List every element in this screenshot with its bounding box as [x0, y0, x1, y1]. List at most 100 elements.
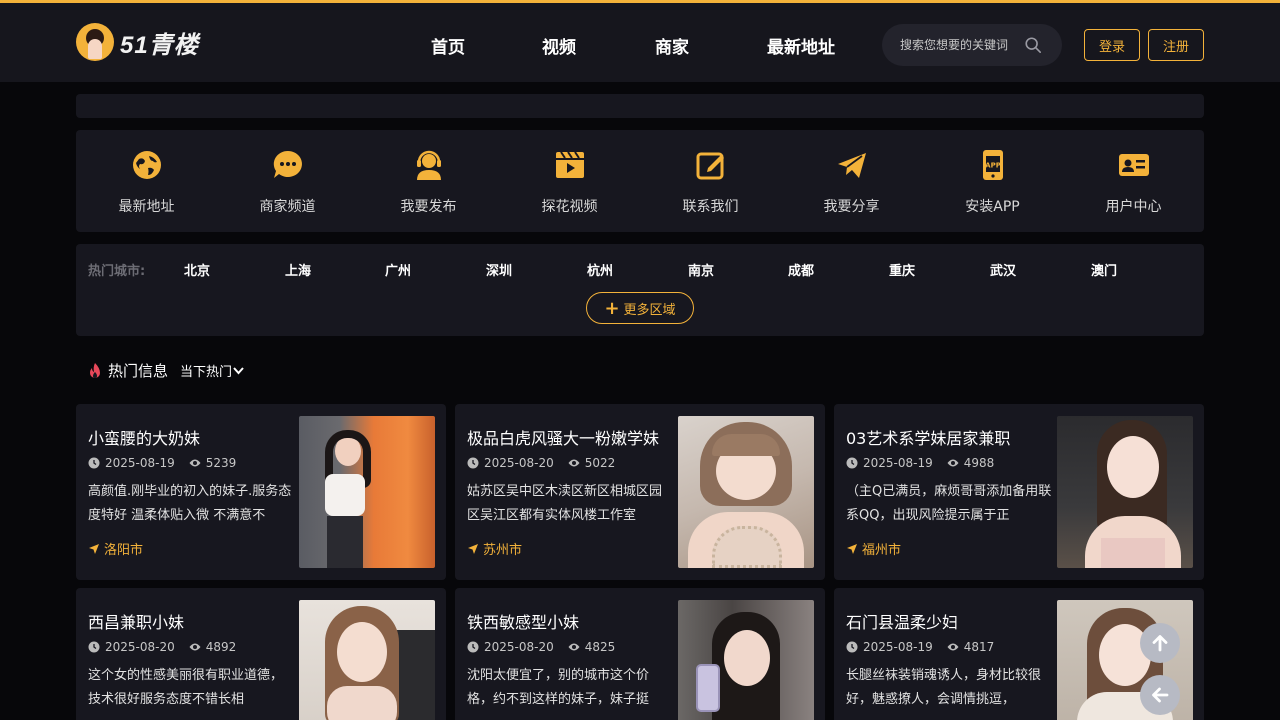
quick-link-install-app[interactable]: APP 安装APP — [922, 148, 1063, 216]
headset-icon — [416, 150, 441, 180]
post-description: 长腿丝袜装销魂诱人，身材比较很好，魅惑撩人，会调情挑逗， — [846, 668, 1042, 707]
hot-cities-label: 热门城市: — [88, 264, 146, 279]
post-title[interactable]: 03艺术系学妹居家兼职 — [846, 425, 1046, 449]
post-meta: 2025-08-19 4988 — [846, 456, 994, 470]
chat-icon — [273, 150, 302, 178]
post-card[interactable]: 西昌兼职小妹 2025-08-20 4892 这个女的性感美丽很有职业道德，技术… — [76, 588, 446, 720]
site-logo[interactable]: 51青楼 — [76, 23, 199, 61]
scroll-top-button[interactable] — [1140, 623, 1180, 663]
post-card[interactable]: 铁西敏感型小妹 2025-08-20 4825 沈阳太便宜了，别的城市这个价格，… — [455, 588, 825, 720]
city-link[interactable]: 上海 — [285, 260, 311, 279]
post-title[interactable]: 铁西敏感型小妹 — [467, 609, 667, 633]
post-photo[interactable] — [299, 416, 435, 568]
post-meta: 2025-08-20 4825 — [467, 640, 615, 654]
clock-icon — [467, 641, 479, 653]
city-link[interactable]: 北京 — [184, 260, 210, 279]
quick-link-share[interactable]: 我要分享 — [781, 148, 922, 216]
post-photo[interactable] — [1057, 416, 1193, 568]
nav-videos[interactable]: 视频 — [542, 33, 576, 58]
location-arrow-icon — [89, 543, 99, 554]
city-link[interactable]: 广州 — [385, 260, 411, 279]
quick-link-contact[interactable]: 联系我们 — [640, 148, 781, 216]
quick-link-label: 安装APP — [965, 199, 1020, 215]
hot-info-header: 热门信息 当下热门 — [88, 360, 245, 381]
post-photo[interactable] — [678, 600, 814, 720]
quick-link-label: 联系我们 — [682, 199, 739, 215]
search-icon[interactable] — [1024, 36, 1042, 54]
post-description: 这个女的性感美丽很有职业道德，技术很好服务态度不错长相 — [88, 668, 284, 707]
city-link[interactable]: 成都 — [788, 260, 814, 279]
city-link[interactable]: 杭州 — [587, 260, 613, 279]
quick-link-merchant-channel[interactable]: 商家频道 — [217, 148, 358, 216]
more-regions-label: 更多区域 — [623, 302, 676, 318]
post-card[interactable]: 03艺术系学妹居家兼职 2025-08-19 4988 （主Q已满员，麻烦哥哥添… — [834, 404, 1204, 580]
nav-home[interactable]: 首页 — [431, 33, 465, 58]
post-photo[interactable] — [299, 600, 435, 720]
post-location[interactable]: 洛阳市 — [88, 539, 143, 558]
eye-icon — [947, 459, 959, 467]
search-input[interactable] — [900, 38, 1018, 52]
quick-link-label: 我要发布 — [400, 199, 457, 215]
sort-dropdown[interactable]: 当下热门 — [180, 361, 245, 380]
quick-link-latest-address[interactable]: 最新地址 — [76, 148, 217, 216]
clock-icon — [88, 457, 100, 469]
post-date: 2025-08-19 — [863, 640, 933, 654]
globe-icon — [132, 151, 161, 179]
fire-icon — [90, 362, 100, 378]
city-link[interactable]: 澳门 — [1091, 260, 1117, 279]
quick-link-label: 用户中心 — [1105, 199, 1162, 215]
quick-link-user-center[interactable]: 用户中心 — [1063, 148, 1204, 216]
search-box — [882, 24, 1062, 66]
quick-link-publish[interactable]: 我要发布 — [358, 148, 499, 216]
quick-link-label: 探花视频 — [541, 199, 598, 215]
chevron-down-icon — [233, 366, 244, 374]
post-description: 姑苏区吴中区木渎区新区相城区园区吴江区都有实体风楼工作室 — [467, 484, 663, 523]
post-date: 2025-08-20 — [484, 456, 554, 470]
post-title[interactable]: 石门县温柔少妇 — [846, 609, 1046, 633]
post-card[interactable]: 极品白虎风骚大一粉嫩学妹 2025-08-20 5022 姑苏区吴中区木渎区新区… — [455, 404, 825, 580]
arrow-up-icon — [1152, 635, 1168, 652]
plus-icon: + — [604, 297, 620, 319]
clock-icon — [846, 641, 858, 653]
id-card-icon — [1118, 154, 1149, 176]
post-photo[interactable] — [678, 416, 814, 568]
post-location[interactable]: 苏州市 — [467, 539, 522, 558]
post-title[interactable]: 极品白虎风骚大一粉嫩学妹 — [467, 425, 667, 449]
post-title[interactable]: 小蛮腰的大奶妹 — [88, 425, 288, 449]
quick-link-label: 最新地址 — [118, 199, 175, 215]
back-button[interactable] — [1140, 675, 1180, 715]
city-link[interactable]: 重庆 — [889, 260, 915, 279]
post-description: （主Q已满员，麻烦哥哥添加备用联系QQ，出现风险提示属于正 — [846, 484, 1052, 523]
eye-icon — [189, 643, 201, 651]
clock-icon — [846, 457, 858, 469]
brand-name: 51青楼 — [120, 31, 199, 59]
more-regions-button[interactable]: + 更多区域 — [586, 292, 694, 324]
sort-dropdown-label: 当下热门 — [180, 365, 233, 380]
quick-link-videos[interactable]: 探花视频 — [499, 148, 640, 216]
post-card[interactable]: 小蛮腰的大奶妹 2025-08-19 5239 高颜值.刚毕业的初入的妹子.服务… — [76, 404, 446, 580]
login-button[interactable]: 登录 — [1084, 29, 1140, 61]
post-title[interactable]: 西昌兼职小妹 — [88, 609, 288, 633]
post-location[interactable]: 福州市 — [846, 539, 901, 558]
nav-latest-address[interactable]: 最新地址 — [767, 33, 835, 58]
svg-text:APP: APP — [985, 162, 1001, 170]
edit-icon — [696, 152, 724, 180]
nav-merchants[interactable]: 商家 — [655, 33, 689, 58]
city-link[interactable]: 南京 — [688, 260, 714, 279]
location-arrow-icon — [468, 543, 478, 554]
paper-plane-icon — [837, 153, 866, 178]
register-button[interactable]: 注册 — [1148, 29, 1204, 61]
city-link[interactable]: 武汉 — [990, 260, 1016, 279]
arrow-left-icon — [1152, 687, 1169, 703]
post-description: 高颜值.刚毕业的初入的妹子.服务态度特好 温柔体贴入微 不满意不 — [88, 484, 292, 523]
video-icon — [555, 151, 584, 178]
quick-links-panel: 最新地址 商家频道 我要发布 探花视频 联系我们 我要分享 APP 安装APP … — [76, 130, 1204, 232]
post-views: 4825 — [584, 640, 616, 654]
city-link[interactable]: 深圳 — [486, 260, 512, 279]
quick-link-label: 我要分享 — [823, 199, 880, 215]
hot-cities-panel: 热门城市: 北京 上海 广州 深圳 杭州 南京 成都 重庆 武汉 澳门 + 更多… — [76, 244, 1204, 336]
post-views: 4988 — [963, 456, 995, 470]
post-city: 福州市 — [862, 543, 902, 558]
top-header: 51青楼 首页 视频 商家 最新地址 登录 注册 — [0, 0, 1280, 82]
app-icon: APP — [982, 150, 1003, 180]
